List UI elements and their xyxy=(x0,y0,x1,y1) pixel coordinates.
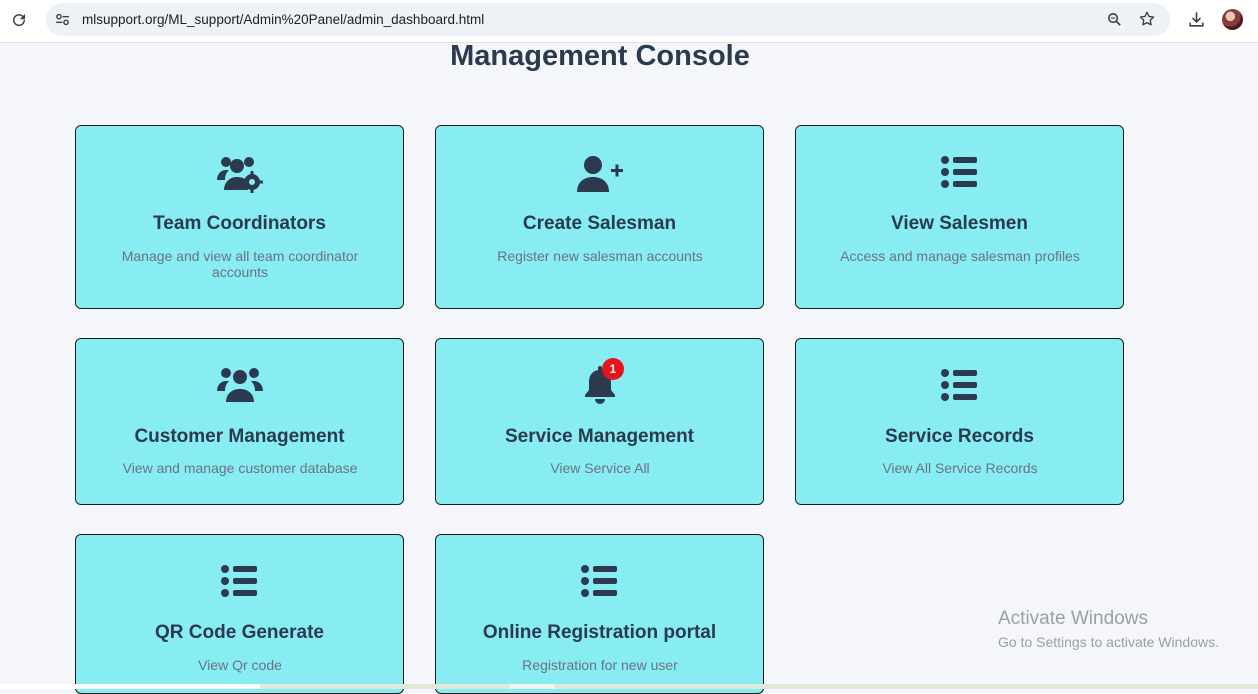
users-icon xyxy=(76,365,403,405)
card-create-salesman[interactable]: Create Salesman Register new salesman ac… xyxy=(435,125,764,309)
card-title: View Salesmen xyxy=(891,213,1028,234)
list-icon xyxy=(436,563,763,603)
card-team-coordinators[interactable]: Team Coordinators Manage and view all te… xyxy=(75,125,404,309)
card-title: Service Records xyxy=(885,426,1034,447)
url-text[interactable]: mlsupport.org/ML_support/Admin%20Panel/a… xyxy=(82,12,484,27)
list-icon xyxy=(76,563,403,603)
card-title: Online Registration portal xyxy=(482,622,717,643)
card-qr-code-generate[interactable]: QR Code Generate View Qr code xyxy=(75,534,404,694)
card-customer-management[interactable]: Customer Management View and manage cust… xyxy=(75,338,404,505)
users-gear-icon xyxy=(76,154,403,194)
card-description: View Service All xyxy=(550,460,650,476)
card-title: Create Salesman xyxy=(522,213,677,234)
windows-activation-watermark: Activate Windows Go to Settings to activ… xyxy=(998,608,1219,650)
bell-icon xyxy=(436,365,763,405)
list-icon xyxy=(796,367,1123,407)
card-description: View and manage customer database xyxy=(122,460,358,476)
card-description: Manage and view all team coordinator acc… xyxy=(121,248,359,280)
card-title: Customer Management xyxy=(134,426,345,447)
bookmark-star-icon[interactable] xyxy=(1138,10,1156,28)
card-service-records[interactable]: Service Records View All Service Records xyxy=(795,338,1124,505)
site-info-icon[interactable] xyxy=(54,11,71,28)
watermark-subtitle: Go to Settings to activate Windows. xyxy=(998,634,1219,650)
user-plus-icon xyxy=(436,154,763,194)
download-icon[interactable] xyxy=(1187,10,1206,29)
reload-icon[interactable] xyxy=(10,11,28,29)
card-title: Service Management xyxy=(504,426,695,447)
card-view-salesmen[interactable]: View Salesmen Access and manage salesman… xyxy=(795,125,1124,309)
card-description: Access and manage salesman profiles xyxy=(840,248,1080,264)
card-description: Register new salesman accounts xyxy=(497,248,703,264)
profile-avatar[interactable] xyxy=(1222,9,1243,30)
card-description: View Qr code xyxy=(198,657,282,673)
address-bar[interactable]: mlsupport.org/ML_support/Admin%20Panel/a… xyxy=(46,3,1170,36)
taskbar-edge xyxy=(0,684,1258,689)
list-icon xyxy=(796,154,1123,194)
card-description: Registration for new user xyxy=(522,657,678,673)
card-online-registration-portal[interactable]: Online Registration portal Registration … xyxy=(435,534,764,694)
zoom-icon[interactable] xyxy=(1106,11,1123,28)
watermark-title: Activate Windows xyxy=(998,608,1148,629)
card-service-management[interactable]: 1 Service Management View Service All xyxy=(435,338,764,505)
card-title: QR Code Generate xyxy=(155,622,324,643)
card-description: View All Service Records xyxy=(882,460,1038,476)
notification-badge: 1 xyxy=(602,358,624,380)
card-title: Team Coordinators xyxy=(153,213,326,234)
page-title: Management Console xyxy=(450,40,750,72)
browser-toolbar: mlsupport.org/ML_support/Admin%20Panel/a… xyxy=(0,0,1258,43)
